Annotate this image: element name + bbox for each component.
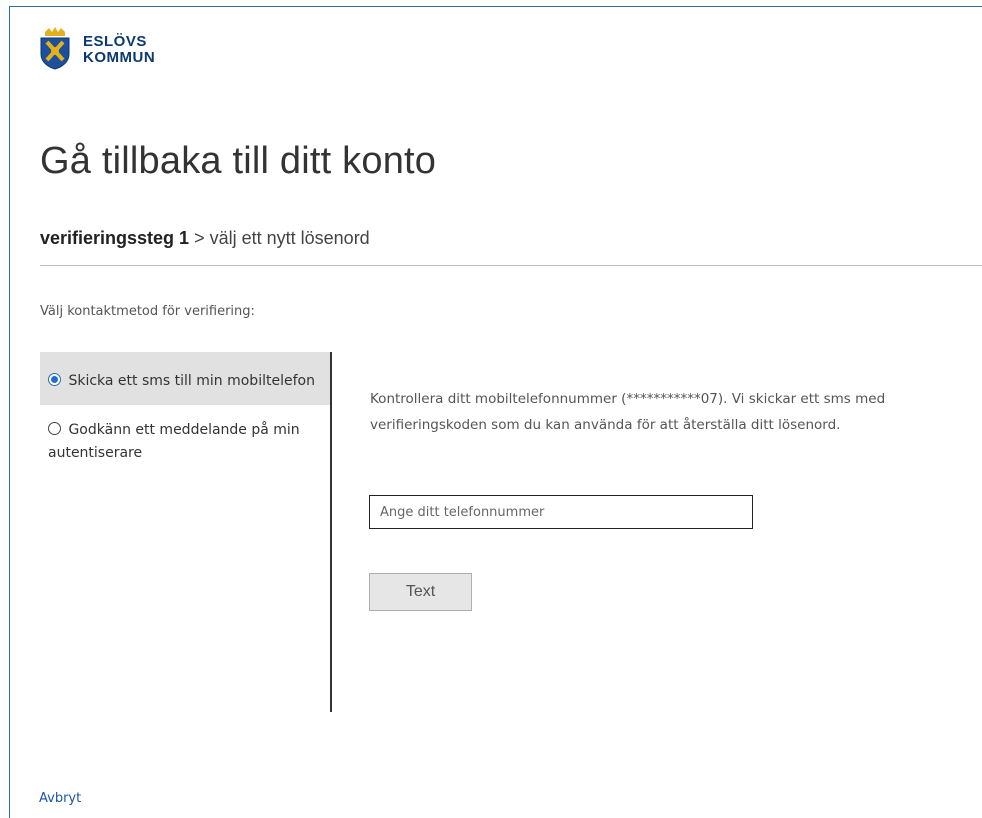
phone-number-input[interactable] (369, 495, 753, 529)
radio-unselected-icon[interactable] (48, 422, 61, 435)
method-option-authenticator-label: Godkänn ett meddelande på min autentiser… (48, 422, 300, 461)
brand-logo: ESLÖVS KOMMUN (38, 26, 178, 76)
contact-method-list: Skicka ett sms till min mobiltelefon God… (40, 352, 332, 712)
method-option-sms-label: Skicka ett sms till min mobiltelefon (68, 373, 315, 389)
breadcrumb-current-step: verifieringssteg 1 (40, 228, 190, 248)
verification-description: Kontrollera ditt mobiltelefonnummer (***… (370, 391, 886, 433)
breadcrumb-next-step: välj ett nytt lösenord (209, 228, 370, 248)
header-divider (40, 265, 982, 266)
page-title: Gå tillbaka till ditt konto (40, 140, 437, 182)
breadcrumb-separator: > (194, 228, 205, 248)
breadcrumb: verifieringssteg 1 > välj ett nytt lösen… (40, 228, 370, 249)
contact-method-instruction: Välj kontaktmetod för verifiering: (40, 304, 255, 319)
coat-of-arms-icon (40, 27, 70, 70)
logo-line-1: ESLÖVS (83, 33, 147, 50)
method-option-authenticator[interactable]: Godkänn ett meddelande på min autentiser… (40, 405, 330, 477)
radio-selected-icon[interactable] (48, 373, 61, 386)
logo-line-2: KOMMUN (83, 49, 156, 66)
send-text-button[interactable]: Text (369, 573, 472, 611)
cancel-link[interactable]: Avbryt (39, 791, 81, 806)
method-option-sms[interactable]: Skicka ett sms till min mobiltelefon (40, 352, 330, 405)
